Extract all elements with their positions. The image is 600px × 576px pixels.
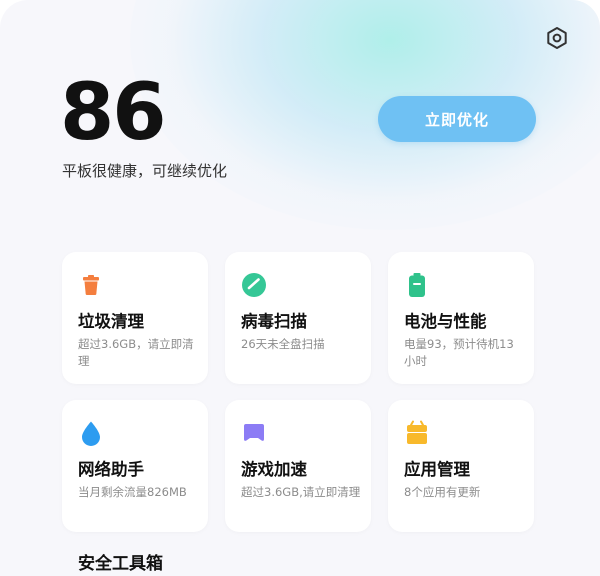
card-description: 8个应用有更新 (404, 485, 481, 499)
card-description: 电量93，预计待机13小时 (404, 337, 514, 368)
gamepad-icon (241, 420, 267, 446)
card-title: 游戏加速 (241, 460, 307, 479)
card-title: 病毒扫描 (241, 312, 307, 331)
health-status-text: 平板很健康，可继续优化 (62, 162, 228, 180)
card-description: 当月剩余流量826MB (78, 485, 187, 499)
app-package-icon (404, 420, 430, 446)
card-title: 电池与性能 (404, 312, 487, 331)
water-drop-icon (78, 420, 104, 446)
card-description: 超过3.6GB，请立即清理 (78, 337, 194, 368)
settings-icon (547, 27, 567, 49)
shield-scan-icon (241, 272, 267, 298)
card-battery-performance[interactable]: 电池与性能 电量93，预计待机13小时 (388, 252, 534, 384)
card-virus-scan[interactable]: 病毒扫描 26天未全盘扫描 (225, 252, 371, 384)
card-title: 网络助手 (78, 460, 144, 479)
card-description: 超过3.6GB,请立即清理 (241, 485, 361, 499)
card-app-management[interactable]: 应用管理 8个应用有更新 (388, 400, 534, 532)
card-game-boost[interactable]: 游戏加速 超过3.6GB,请立即清理 (225, 400, 371, 532)
card-title: 应用管理 (404, 460, 470, 479)
security-app-screen: 86 平板很健康，可继续优化 立即优化 垃圾清理 超过3.6GB，请立即清理 病… (0, 0, 600, 576)
card-title: 垃圾清理 (78, 312, 144, 331)
trash-icon (78, 272, 104, 298)
battery-icon (404, 272, 430, 298)
card-description: 26天未全盘扫描 (241, 337, 325, 351)
card-junk-clean[interactable]: 垃圾清理 超过3.6GB，请立即清理 (62, 252, 208, 384)
health-score: 86 (60, 68, 167, 158)
security-toolbox-heading: 安全工具箱 (78, 554, 163, 574)
optimize-now-button[interactable]: 立即优化 (378, 96, 536, 142)
settings-button[interactable] (544, 25, 570, 51)
card-network-assistant[interactable]: 网络助手 当月剩余流量826MB (62, 400, 208, 532)
